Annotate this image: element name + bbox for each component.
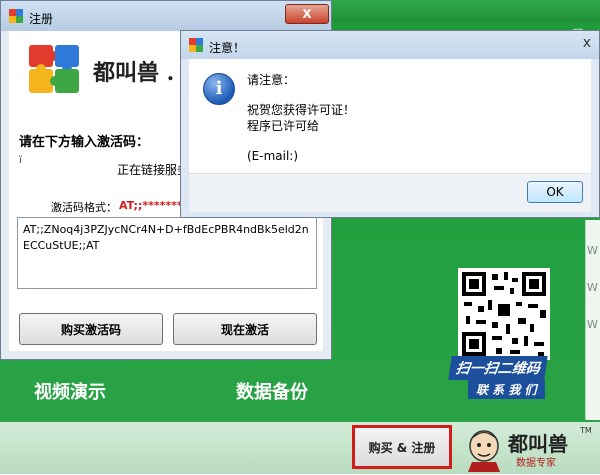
activation-code-input[interactable]: AT;;ZNoq4j3PZJycNCr4N+D+fBdEcPBR4ndBk5el… (17, 217, 317, 289)
activate-now-button[interactable]: 现在激活 (173, 313, 317, 345)
notice-heading: 请注意： (247, 73, 296, 87)
connection-status: 正在链接服务 (117, 163, 190, 177)
contact-us-text: 联 系 我 们 (468, 380, 545, 399)
trademark-mark: TM (580, 426, 592, 435)
license-congrats-text: 祝贺您获得许可证！ (247, 103, 356, 117)
buy-register-button[interactable]: 购买 & 注册 (352, 425, 452, 469)
side-char: W (587, 281, 598, 294)
code-format-label: 激活码格式： (51, 201, 117, 214)
side-char: W (587, 318, 598, 331)
puzzle-app-icon (189, 38, 203, 52)
licensed-to-text: 程序已许可给 (247, 119, 320, 133)
close-button[interactable]: X (285, 4, 329, 24)
video-demo-link[interactable]: 视频演示 (34, 378, 106, 404)
puzzle-app-icon (9, 9, 23, 23)
notice-title-bar: 注意！ x (181, 31, 599, 59)
brand-name: 都叫兽 . (93, 60, 175, 86)
footer-brand-tagline: 数据专家 (516, 458, 556, 469)
register-window-title: 注册 (29, 12, 54, 26)
app-title-bar (330, 0, 600, 22)
notice-dialog: 注意！ x i 请注意： 祝贺您获得许可证！ 程序已许可给 (E-mail:) … (180, 30, 600, 218)
data-backup-link[interactable]: 数据备份 (236, 378, 308, 404)
footer-brand-name: 都叫兽 (508, 432, 568, 456)
puzzle-logo-icon (29, 45, 79, 93)
footer-logo: 都叫兽 TM 数据专家 (462, 426, 592, 472)
small-mark: ï (19, 155, 22, 166)
mascot-icon (468, 430, 500, 472)
qr-code-image (458, 268, 550, 360)
activation-instruction: 请在下方输入激活码： (19, 135, 150, 150)
scan-qr-text: 扫一扫二维码 (448, 356, 548, 380)
buy-activation-code-button[interactable]: 购买激活码 (19, 313, 163, 345)
info-icon: i (203, 73, 235, 105)
side-char: W (587, 244, 598, 257)
notice-dialog-title: 注意！ (209, 41, 246, 55)
register-title-bar: 注册 X (1, 1, 331, 31)
side-panel-edge: W W W (585, 220, 600, 420)
contact-us-banner: 扫一扫二维码 联 系 我 们 (448, 356, 558, 400)
close-icon[interactable]: x (583, 35, 591, 51)
ok-button[interactable]: OK (527, 181, 583, 203)
email-text: (E-mail:) (247, 149, 299, 163)
